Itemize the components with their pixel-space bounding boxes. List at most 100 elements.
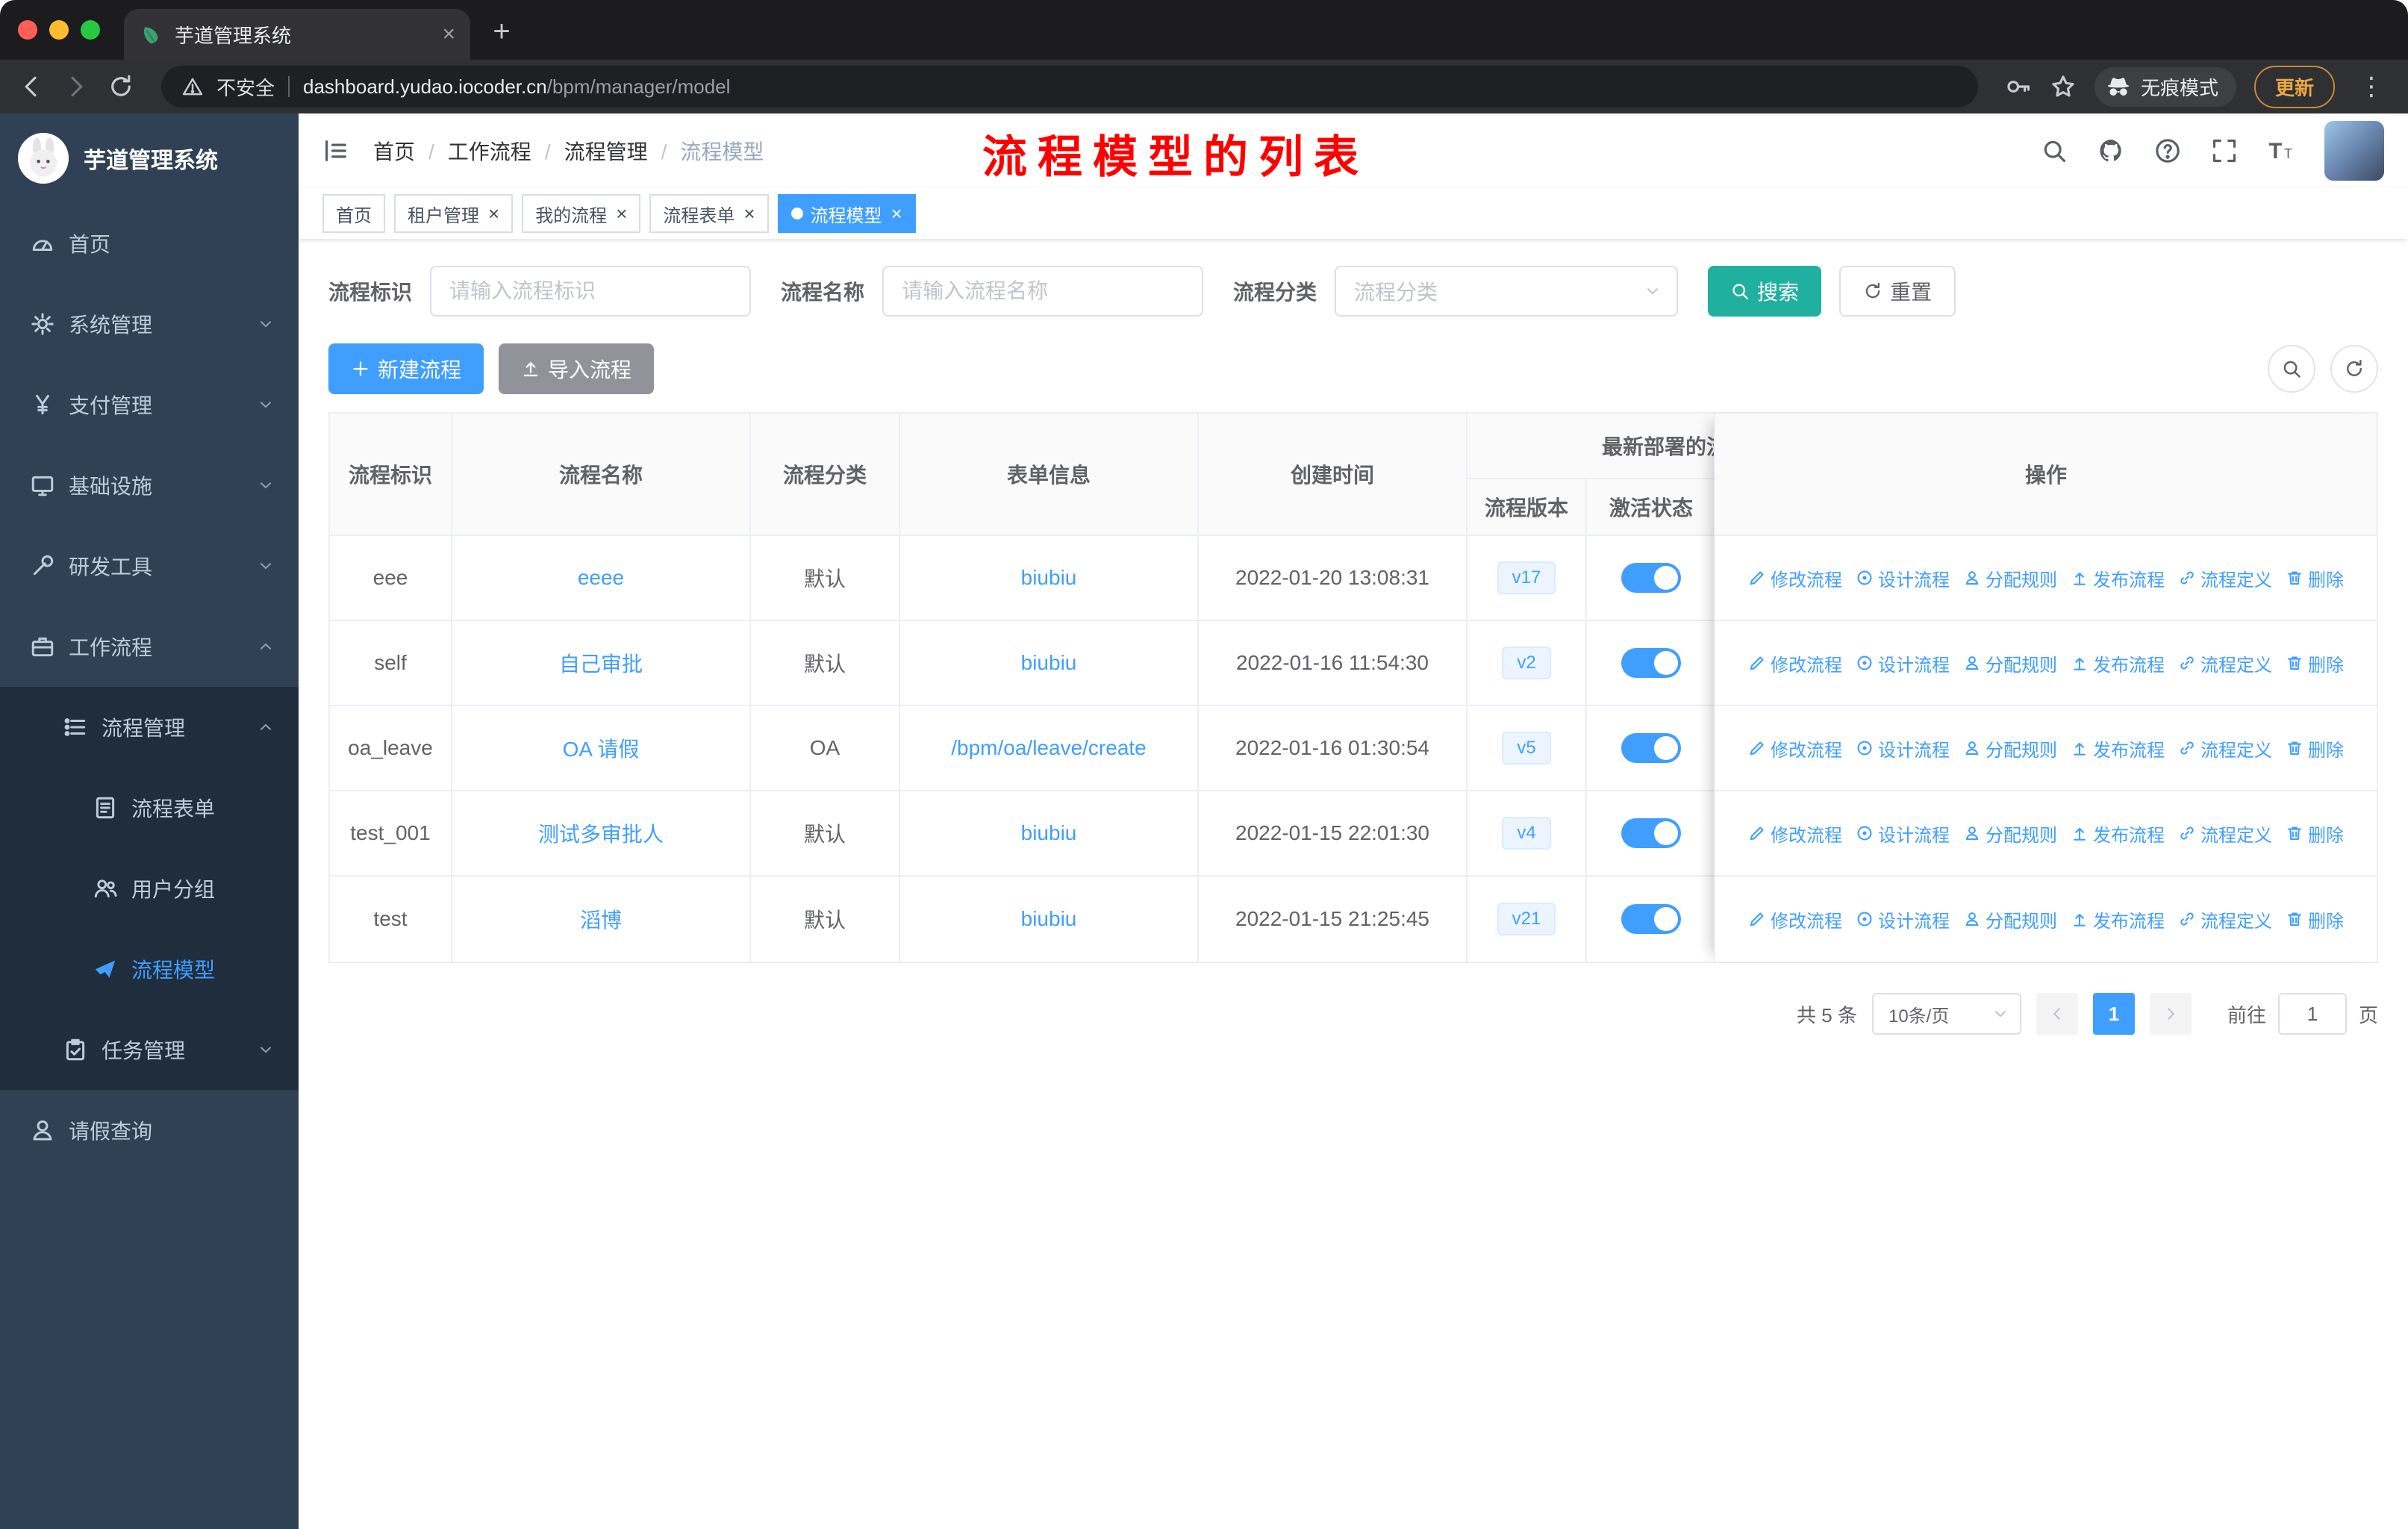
action-definition[interactable]: 流程定义 bbox=[2178, 565, 2272, 591]
sidebar-item-home[interactable]: 首页 bbox=[0, 203, 299, 284]
action-assign[interactable]: 分配规则 bbox=[1963, 565, 2057, 591]
tag-home[interactable]: 首页 bbox=[322, 194, 385, 233]
refresh-table-button[interactable] bbox=[2330, 345, 2378, 393]
action-delete[interactable]: 删除 bbox=[2286, 820, 2344, 847]
sidebar-item-system[interactable]: 系统管理 bbox=[0, 284, 299, 364]
tag-my-process[interactable]: 我的流程 × bbox=[522, 194, 641, 233]
action-assign[interactable]: 分配规则 bbox=[1963, 650, 2057, 676]
sidebar-toggle-icon[interactable] bbox=[322, 137, 349, 164]
key-icon[interactable] bbox=[2005, 73, 2032, 100]
sidebar-item-payment[interactable]: 支付管理 bbox=[0, 364, 299, 445]
reload-icon[interactable] bbox=[107, 73, 134, 100]
action-assign[interactable]: 分配规则 bbox=[1963, 906, 2057, 932]
action-design[interactable]: 设计流程 bbox=[1856, 650, 1950, 676]
action-design[interactable]: 设计流程 bbox=[1856, 820, 1950, 847]
sidebar-item-process-model[interactable]: 流程模型 bbox=[0, 929, 299, 1009]
search-icon[interactable] bbox=[2041, 137, 2068, 164]
reset-button[interactable]: 重置 bbox=[1839, 266, 1956, 317]
process-name-link[interactable]: 滔博 bbox=[580, 904, 622, 934]
sidebar-item-process-mgmt[interactable]: 流程管理 bbox=[0, 687, 299, 767]
window-minimize-button[interactable] bbox=[49, 20, 69, 40]
window-close-button[interactable] bbox=[18, 20, 37, 40]
action-definition[interactable]: 流程定义 bbox=[2178, 735, 2272, 762]
breadcrumb-item[interactable]: 工作流程 bbox=[448, 136, 564, 166]
sidebar-item-infra[interactable]: 基础设施 bbox=[0, 445, 299, 526]
tag-close-icon[interactable]: × bbox=[743, 202, 755, 225]
action-assign[interactable]: 分配规则 bbox=[1963, 820, 2057, 847]
search-button[interactable]: 搜索 bbox=[1708, 266, 1822, 317]
sidebar-item-process-form[interactable]: 流程表单 bbox=[0, 767, 299, 848]
form-info-link[interactable]: biubiu bbox=[1021, 907, 1077, 931]
active-toggle[interactable] bbox=[1621, 818, 1681, 848]
breadcrumb-item[interactable]: 流程管理 bbox=[564, 136, 681, 166]
tab-close-icon[interactable]: × bbox=[442, 23, 455, 46]
active-toggle[interactable] bbox=[1621, 904, 1681, 934]
sidebar-item-devtools[interactable]: 研发工具 bbox=[0, 526, 299, 606]
github-icon[interactable] bbox=[2097, 137, 2124, 164]
active-toggle[interactable] bbox=[1621, 733, 1681, 763]
update-button[interactable]: 更新 bbox=[2253, 65, 2335, 108]
sidebar-item-user-group[interactable]: 用户分组 bbox=[0, 848, 299, 929]
form-info-link[interactable]: /bpm/oa/leave/create bbox=[951, 736, 1147, 760]
form-info-link[interactable]: biubiu bbox=[1021, 566, 1077, 590]
action-edit[interactable]: 修改流程 bbox=[1748, 650, 1842, 676]
category-select[interactable]: 流程分类 bbox=[1335, 266, 1679, 317]
action-edit[interactable]: 修改流程 bbox=[1748, 820, 1842, 847]
action-definition[interactable]: 流程定义 bbox=[2178, 906, 2272, 932]
sidebar-item-task-mgmt[interactable]: 任务管理 bbox=[0, 1009, 299, 1090]
action-delete[interactable]: 删除 bbox=[2286, 650, 2344, 676]
action-design[interactable]: 设计流程 bbox=[1856, 735, 1950, 762]
browser-tab[interactable]: 芋道管理系统 × bbox=[124, 9, 470, 60]
security-warning-icon[interactable] bbox=[182, 76, 203, 97]
help-icon[interactable] bbox=[2154, 137, 2181, 164]
tag-close-icon[interactable]: × bbox=[891, 202, 902, 225]
form-info-link[interactable]: biubiu bbox=[1021, 821, 1077, 845]
bookmark-star-icon[interactable] bbox=[2050, 73, 2077, 100]
url-bar[interactable]: 不安全 dashboard.yudao.iocoder.cn/bpm/manag… bbox=[161, 66, 1978, 108]
action-publish[interactable]: 发布流程 bbox=[2071, 565, 2165, 591]
action-definition[interactable]: 流程定义 bbox=[2178, 820, 2272, 847]
process-name-link[interactable]: 自己审批 bbox=[559, 648, 643, 678]
tag-close-icon[interactable]: × bbox=[616, 202, 627, 225]
process-name-link[interactable]: OA 请假 bbox=[563, 733, 640, 763]
active-toggle[interactable] bbox=[1621, 648, 1681, 678]
process-name-link[interactable]: eeee bbox=[578, 566, 624, 590]
action-definition[interactable]: 流程定义 bbox=[2178, 650, 2272, 676]
process-name-input[interactable] bbox=[882, 266, 1204, 317]
form-info-link[interactable]: biubiu bbox=[1021, 651, 1077, 675]
prev-page-button[interactable] bbox=[2036, 993, 2078, 1035]
action-publish[interactable]: 发布流程 bbox=[2071, 906, 2165, 932]
action-publish[interactable]: 发布流程 bbox=[2071, 735, 2165, 762]
current-page-button[interactable]: 1 bbox=[2092, 993, 2135, 1035]
tag-process-form[interactable]: 流程表单 × bbox=[649, 194, 769, 233]
action-assign[interactable]: 分配规则 bbox=[1963, 735, 2057, 762]
window-zoom-button[interactable] bbox=[81, 20, 100, 40]
active-toggle[interactable] bbox=[1621, 563, 1681, 593]
toggle-search-button[interactable] bbox=[2268, 345, 2315, 393]
back-icon[interactable] bbox=[18, 73, 45, 100]
action-delete[interactable]: 删除 bbox=[2286, 735, 2344, 762]
action-edit[interactable]: 修改流程 bbox=[1748, 565, 1842, 591]
import-process-button[interactable]: 导入流程 bbox=[499, 343, 655, 394]
new-tab-button[interactable]: + bbox=[479, 9, 524, 54]
action-edit[interactable]: 修改流程 bbox=[1748, 906, 1842, 932]
action-delete[interactable]: 删除 bbox=[2286, 906, 2344, 932]
action-publish[interactable]: 发布流程 bbox=[2071, 820, 2165, 847]
create-process-button[interactable]: 新建流程 bbox=[328, 343, 484, 394]
sidebar-item-workflow[interactable]: 工作流程 bbox=[0, 606, 299, 687]
tag-close-icon[interactable]: × bbox=[488, 202, 499, 225]
process-name-link[interactable]: 测试多审批人 bbox=[538, 818, 664, 848]
font-size-icon[interactable]: TT bbox=[2268, 137, 2295, 164]
tag-tenant[interactable]: 租户管理 × bbox=[394, 194, 514, 233]
goto-page-input[interactable] bbox=[2277, 993, 2347, 1035]
sidebar-item-leave-query[interactable]: 请假查询 bbox=[0, 1090, 299, 1171]
action-design[interactable]: 设计流程 bbox=[1856, 906, 1950, 932]
page-size-select[interactable]: 10条/页 bbox=[1871, 993, 2021, 1035]
action-edit[interactable]: 修改流程 bbox=[1748, 735, 1842, 762]
forward-icon[interactable] bbox=[63, 73, 90, 100]
next-page-button[interactable] bbox=[2149, 993, 2192, 1035]
fullscreen-icon[interactable] bbox=[2211, 137, 2238, 164]
tag-process-model[interactable]: 流程模型 × bbox=[777, 194, 916, 233]
action-delete[interactable]: 删除 bbox=[2286, 565, 2344, 591]
process-key-input[interactable] bbox=[430, 266, 752, 317]
